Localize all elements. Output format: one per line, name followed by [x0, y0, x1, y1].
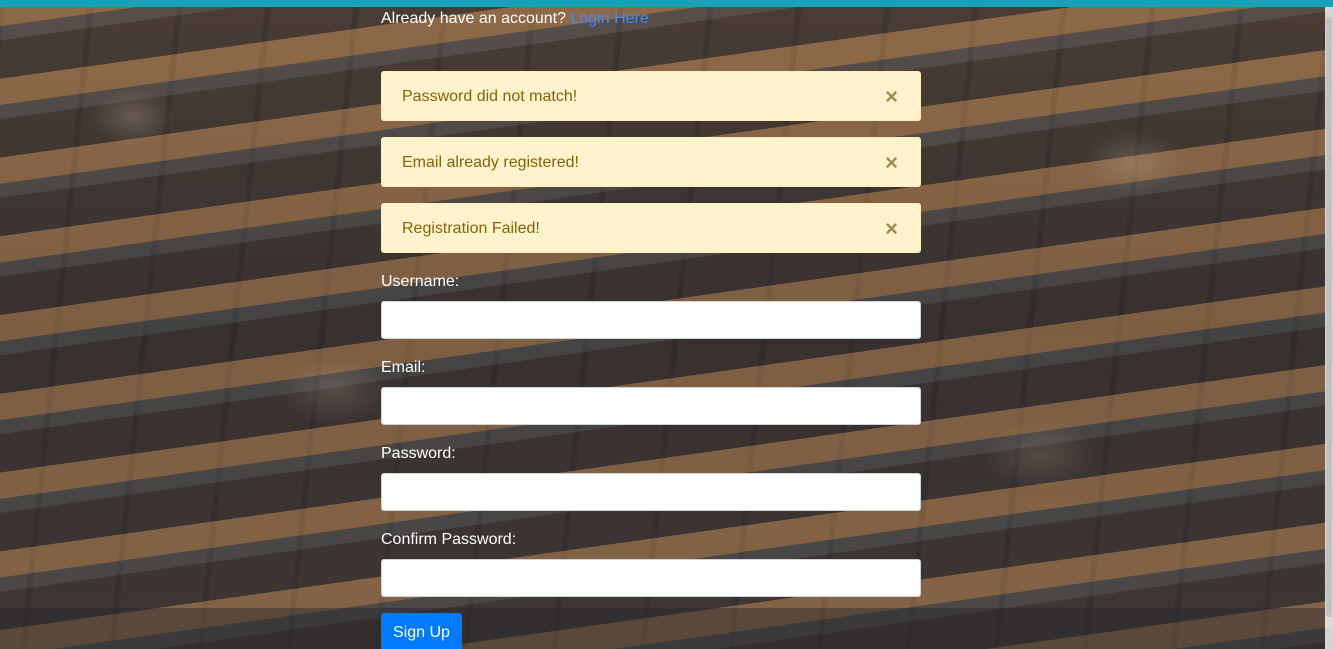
login-prompt: Already have an account? Login Here [381, 10, 649, 28]
alert-email-registered: Email already registered! × [381, 137, 921, 187]
scrollbar-thumb[interactable] [1326, 17, 1332, 617]
username-label: Username: [381, 273, 460, 290]
alert-message: Email already registered! [402, 154, 579, 171]
password-label: Password: [381, 445, 456, 462]
password-input[interactable] [381, 473, 921, 511]
email-input[interactable] [381, 387, 921, 425]
close-icon[interactable]: × [885, 86, 898, 108]
username-input[interactable] [381, 301, 921, 339]
login-prompt-text: Already have an account? [381, 10, 567, 27]
alert-message: Password did not match! [402, 88, 578, 105]
vertical-scrollbar[interactable] [1325, 7, 1333, 649]
signup-page: Already have an account? Login Here Pass… [0, 0, 1333, 649]
alert-message: Registration Failed! [402, 220, 540, 237]
close-icon[interactable]: × [885, 218, 898, 240]
close-icon[interactable]: × [885, 152, 898, 174]
alert-password-mismatch: Password did not match! × [381, 71, 921, 121]
confirm-password-label: Confirm Password: [381, 531, 517, 548]
top-accent-bar [0, 0, 1333, 7]
confirm-password-input[interactable] [381, 559, 921, 597]
sign-up-button[interactable]: Sign Up [381, 613, 462, 649]
footer-band [0, 608, 1325, 649]
login-link[interactable]: Login Here [570, 10, 648, 27]
alert-registration-failed: Registration Failed! × [381, 203, 921, 253]
email-label: Email: [381, 359, 426, 376]
